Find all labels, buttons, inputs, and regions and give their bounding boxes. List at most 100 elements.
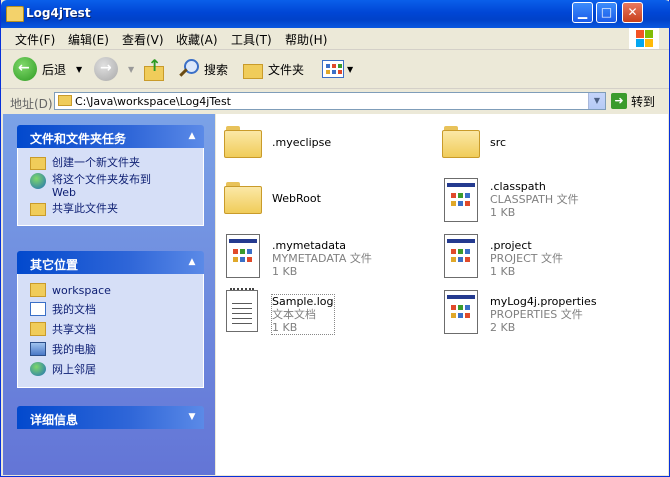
up-folder-icon: ↑ <box>142 56 164 81</box>
search-label: 搜索 <box>204 62 229 77</box>
file-size: 1 KB <box>490 265 516 278</box>
window-title: Log4jTest <box>26 6 91 20</box>
file-type: 文本文档 <box>272 308 316 321</box>
place-my-computer[interactable]: 我的电脑 <box>30 341 203 357</box>
chevron-down-icon[interactable]: ▼ <box>128 65 134 74</box>
tasks-panel-header[interactable]: 文件和文件夹任务 ▲ <box>17 125 204 148</box>
folder-icon <box>6 6 24 22</box>
folders-button[interactable]: 文件夹 <box>242 56 304 82</box>
task-label: 将这个文件夹发布到 Web <box>52 173 151 199</box>
file-info: .mymetadata MYMETADATA 文件 1 KB <box>272 239 372 278</box>
tasks-panel: 文件和文件夹任务 ▲ 创建一个新文件夹 将这个文件夹发布到 Web 共享此文件夹 <box>17 125 204 226</box>
folder-icon <box>224 178 264 222</box>
chevron-down-icon[interactable]: ▼ <box>347 65 353 74</box>
document-icon <box>224 234 264 278</box>
menu-favorites[interactable]: 收藏(A) <box>176 31 218 48</box>
folders-label: 文件夹 <box>268 62 305 77</box>
file-type: CLASSPATH 文件 <box>490 193 579 206</box>
file-info: .project PROJECT 文件 1 KB <box>490 239 563 278</box>
file-type: PROPERTIES 文件 <box>490 308 583 321</box>
collapse-icon[interactable]: ▲ <box>185 255 199 269</box>
task-share-folder[interactable]: 共享此文件夹 <box>30 202 203 216</box>
file-item[interactable]: .mymetadata MYMETADATA 文件 1 KB <box>216 226 426 278</box>
file-item[interactable]: .project PROJECT 文件 1 KB <box>434 226 644 278</box>
task-publish-web[interactable]: 将这个文件夹发布到 Web <box>30 173 203 199</box>
place-network[interactable]: 网上邻居 <box>30 361 203 377</box>
places-panel-header[interactable]: 其它位置 ▲ <box>17 251 204 274</box>
file-name: .classpath <box>490 180 546 193</box>
toolbar: ← 后退 ▼ → ▼ ↑ 搜索 文件夹 ▼ <box>1 50 669 89</box>
share-folder-icon <box>30 203 46 216</box>
details-panel: 详细信息 ▼ <box>17 406 204 429</box>
place-my-documents[interactable]: 我的文档 <box>30 301 203 317</box>
file-size: 2 KB <box>490 321 516 334</box>
minimize-button[interactable]: ▁ <box>572 2 593 23</box>
document-icon <box>442 178 482 222</box>
place-workspace[interactable]: workspace <box>30 283 203 297</box>
chevron-down-icon[interactable]: ▼ <box>76 65 82 74</box>
menu-view[interactable]: 查看(V) <box>122 31 164 48</box>
menu-bar: 文件(F) 编辑(E) 查看(V) 收藏(A) 工具(T) 帮助(H) <box>1 28 669 50</box>
globe-icon <box>30 173 46 189</box>
menu-edit[interactable]: 编辑(E) <box>68 31 109 48</box>
file-item[interactable]: src <box>434 114 644 164</box>
back-button[interactable]: ← 后退 ▼ <box>13 56 82 82</box>
task-new-folder[interactable]: 创建一个新文件夹 <box>30 156 203 170</box>
document-icon <box>442 290 482 334</box>
computer-icon <box>30 342 46 356</box>
collapse-icon[interactable]: ▲ <box>185 129 199 143</box>
tasks-panel-title: 文件和文件夹任务 <box>30 132 127 146</box>
places-panel-body: workspace 我的文档 共享文档 我的电脑 网上邻居 <box>17 274 204 388</box>
file-item[interactable]: myLog4j.properties PROPERTIES 文件 2 KB <box>434 282 644 334</box>
document-icon <box>442 234 482 278</box>
file-type: MYMETADATA 文件 <box>272 252 372 265</box>
close-button[interactable]: ✕ <box>622 2 643 23</box>
forward-button[interactable]: → ▼ <box>94 56 134 82</box>
place-shared-documents[interactable]: 共享文档 <box>30 321 203 337</box>
new-folder-icon <box>30 157 46 170</box>
menu-tools[interactable]: 工具(T) <box>231 31 272 48</box>
details-panel-title: 详细信息 <box>30 413 79 427</box>
address-bar: 地址(D) C:\Java\workspace\Log4jTest ▼ ➜ 转到 <box>1 89 669 113</box>
address-path: C:\Java\workspace\Log4jTest <box>75 95 231 108</box>
file-item-selected[interactable]: Sample.log 文本文档 1 KB <box>216 282 426 335</box>
details-panel-header[interactable]: 详细信息 ▼ <box>17 406 204 429</box>
forward-arrow-icon: → <box>94 57 118 81</box>
back-arrow-icon: ← <box>13 57 37 81</box>
file-name: myLog4j.properties <box>490 295 597 308</box>
title-bar[interactable]: Log4jTest ▁ □ ✕ <box>1 0 670 28</box>
file-name: Sample.log <box>272 295 334 308</box>
file-item[interactable]: WebRoot <box>216 170 426 220</box>
up-folder-button[interactable]: ↑ <box>142 56 164 82</box>
task-label: 共享此文件夹 <box>52 202 118 215</box>
folder-icon <box>224 122 264 166</box>
file-info: myLog4j.properties PROPERTIES 文件 2 KB <box>490 295 597 334</box>
network-icon <box>30 362 46 376</box>
folder-icon <box>58 95 72 106</box>
address-input[interactable]: C:\Java\workspace\Log4jTest ▼ <box>54 92 606 110</box>
views-button[interactable]: ▼ <box>322 56 353 82</box>
file-info: .classpath CLASSPATH 文件 1 KB <box>490 180 579 219</box>
folder-icon <box>442 122 482 166</box>
go-button[interactable]: ➜ 转到 <box>611 92 655 110</box>
expand-icon[interactable]: ▼ <box>185 410 199 424</box>
maximize-button[interactable]: □ <box>596 2 617 23</box>
search-icon <box>178 58 199 80</box>
menu-file[interactable]: 文件(F) <box>15 31 55 48</box>
address-dropdown-icon[interactable]: ▼ <box>588 93 605 109</box>
address-label: 地址(D) <box>10 97 53 111</box>
file-name: .myeclipse <box>272 136 332 149</box>
file-size: 1 KB <box>272 321 298 334</box>
file-info: Sample.log 文本文档 1 KB <box>271 294 335 335</box>
views-icon <box>322 60 344 78</box>
search-button[interactable]: 搜索 <box>178 56 228 82</box>
menu-help[interactable]: 帮助(H) <box>285 31 327 48</box>
file-list: .myeclipse src WebRoot .classpath CLASSP… <box>216 114 668 475</box>
file-item[interactable]: .classpath CLASSPATH 文件 1 KB <box>434 170 644 222</box>
go-arrow-icon: ➜ <box>611 93 627 109</box>
file-item[interactable]: .myeclipse <box>216 114 426 164</box>
places-panel: 其它位置 ▲ workspace 我的文档 共享文档 我的电脑 网上邻居 <box>17 251 204 388</box>
task-label: 创建一个新文件夹 <box>52 156 140 169</box>
back-label: 后退 <box>42 62 67 77</box>
text-document-icon <box>224 288 264 334</box>
